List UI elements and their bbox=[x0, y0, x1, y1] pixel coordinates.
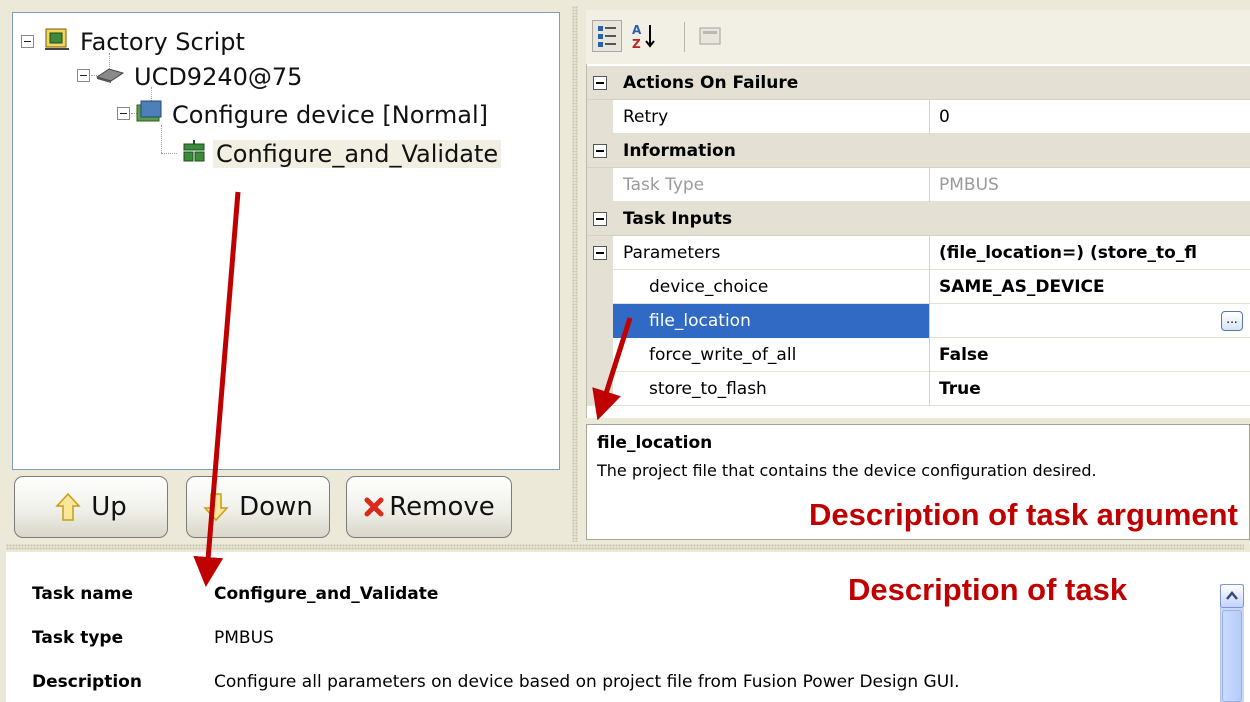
up-button-label: Up bbox=[91, 492, 127, 522]
property-row-retry[interactable]: Retry 0 bbox=[587, 100, 1250, 134]
property-row-parameters[interactable]: Parameters (file_location=) (store_to_fl bbox=[587, 236, 1250, 270]
tree-node-configure-device[interactable]: Configure device [Normal] bbox=[135, 98, 491, 132]
task-info-pane: Description of task Task name Configure_… bbox=[6, 552, 1250, 702]
column-divider bbox=[929, 168, 930, 202]
annotation-task-argument: Description of task argument bbox=[809, 497, 1238, 532]
column-divider bbox=[929, 372, 930, 406]
chip-icon bbox=[95, 63, 125, 91]
script-tree[interactable]: Factory Script UCD9240@75 Configure devi… bbox=[12, 12, 560, 470]
up-button[interactable]: Up bbox=[14, 476, 168, 538]
configure-folder-icon bbox=[135, 99, 163, 131]
property-row-device-choice[interactable]: device_choice SAME_AS_DEVICE bbox=[587, 270, 1250, 304]
property-row-task-type[interactable]: Task Type PMBUS bbox=[587, 168, 1250, 202]
category-task-inputs[interactable]: Task Inputs bbox=[587, 202, 1250, 236]
factory-script-icon bbox=[43, 25, 71, 59]
column-divider bbox=[929, 338, 930, 372]
property-name: Parameters bbox=[623, 243, 721, 263]
property-value[interactable]: False bbox=[939, 345, 1249, 365]
row-gutter bbox=[587, 372, 613, 406]
vertical-splitter[interactable] bbox=[572, 6, 578, 542]
collapse-icon[interactable] bbox=[117, 107, 130, 120]
help-text: The project file that contains the devic… bbox=[597, 461, 1097, 480]
property-grid-toolbar: AZ bbox=[586, 10, 1250, 64]
row-gutter bbox=[587, 304, 613, 338]
property-name: Task Type bbox=[623, 175, 705, 195]
task-type-label: Task type bbox=[32, 628, 124, 648]
column-divider bbox=[929, 236, 930, 270]
column-divider bbox=[929, 270, 930, 304]
annotation-task: Description of task bbox=[848, 572, 1128, 607]
property-name: device_choice bbox=[649, 277, 769, 297]
chevron-up-icon bbox=[1226, 591, 1238, 600]
category-actions-on-failure[interactable]: Actions On Failure bbox=[587, 66, 1250, 100]
task-type-value: PMBUS bbox=[214, 628, 274, 648]
tree-connector bbox=[161, 153, 177, 154]
collapse-icon[interactable] bbox=[593, 144, 607, 158]
tree-node-task[interactable]: Configure_and_Validate bbox=[181, 137, 502, 171]
property-value[interactable]: (file_location=) (store_to_fl bbox=[939, 243, 1249, 263]
categorized-icon[interactable] bbox=[592, 20, 622, 52]
svg-text:Z: Z bbox=[632, 37, 641, 51]
property-name: force_write_of_all bbox=[649, 345, 797, 365]
property-value: PMBUS bbox=[939, 175, 999, 195]
task-icon bbox=[181, 138, 207, 170]
horizontal-splitter[interactable] bbox=[6, 544, 1244, 550]
remove-button-label: Remove bbox=[389, 492, 495, 522]
tree-node-label: UCD9240@75 bbox=[134, 63, 303, 91]
column-divider bbox=[929, 304, 930, 338]
scroll-up-button[interactable] bbox=[1220, 584, 1244, 608]
help-title: file_location bbox=[597, 433, 713, 453]
property-row-file-location[interactable]: file_location ... bbox=[587, 304, 1250, 338]
remove-x-icon bbox=[363, 496, 385, 518]
property-help-pane: file_location The project file that cont… bbox=[586, 424, 1250, 540]
row-gutter bbox=[587, 338, 613, 372]
browse-button[interactable]: ... bbox=[1221, 311, 1243, 331]
property-row-force-write[interactable]: force_write_of_all False bbox=[587, 338, 1250, 372]
category-label: Task Inputs bbox=[623, 209, 733, 229]
row-gutter bbox=[587, 270, 613, 304]
tree-node-label: Configure device [Normal] bbox=[172, 101, 488, 129]
up-arrow-icon bbox=[55, 492, 81, 522]
row-gutter bbox=[587, 100, 613, 134]
collapse-icon[interactable] bbox=[593, 246, 607, 260]
scrollbar-thumb[interactable] bbox=[1222, 610, 1242, 702]
alphabetical-icon[interactable]: AZ bbox=[628, 20, 658, 52]
property-name: store_to_flash bbox=[649, 379, 767, 399]
collapse-icon[interactable] bbox=[21, 35, 34, 48]
property-row-store-to-flash[interactable]: store_to_flash True bbox=[587, 372, 1250, 406]
property-value[interactable]: SAME_AS_DEVICE bbox=[939, 277, 1249, 297]
down-button-label: Down bbox=[239, 492, 313, 522]
property-pages-icon[interactable] bbox=[694, 20, 724, 52]
task-description-value: Configure all parameters on device based… bbox=[214, 672, 960, 692]
category-information[interactable]: Information bbox=[587, 134, 1250, 168]
tree-node-label: Factory Script bbox=[80, 28, 245, 56]
tree-node-label: Configure_and_Validate bbox=[213, 140, 502, 168]
row-gutter bbox=[587, 168, 613, 202]
property-value[interactable]: 0 bbox=[939, 107, 1249, 127]
toolbar-separator bbox=[684, 22, 685, 52]
down-button[interactable]: Down bbox=[186, 476, 330, 538]
svg-text:A: A bbox=[632, 23, 642, 37]
task-description-label: Description bbox=[32, 672, 142, 692]
column-divider bbox=[929, 100, 930, 134]
category-label: Information bbox=[623, 141, 736, 161]
task-name-value: Configure_and_Validate bbox=[214, 584, 439, 604]
tree-node-factory-script[interactable]: Factory Script bbox=[43, 25, 248, 59]
collapse-icon[interactable] bbox=[77, 69, 90, 82]
property-name: Retry bbox=[623, 107, 669, 127]
collapse-icon[interactable] bbox=[593, 76, 607, 90]
property-name: file_location bbox=[649, 311, 751, 331]
remove-button[interactable]: Remove bbox=[346, 476, 512, 538]
task-name-label: Task name bbox=[32, 584, 134, 604]
collapse-icon[interactable] bbox=[593, 212, 607, 226]
tree-node-device[interactable]: UCD9240@75 bbox=[95, 60, 305, 94]
property-value[interactable]: True bbox=[939, 379, 1249, 399]
down-arrow-icon bbox=[203, 492, 229, 522]
category-label: Actions On Failure bbox=[623, 73, 799, 93]
property-grid[interactable]: Actions On Failure Retry 0 Information T… bbox=[586, 64, 1250, 418]
